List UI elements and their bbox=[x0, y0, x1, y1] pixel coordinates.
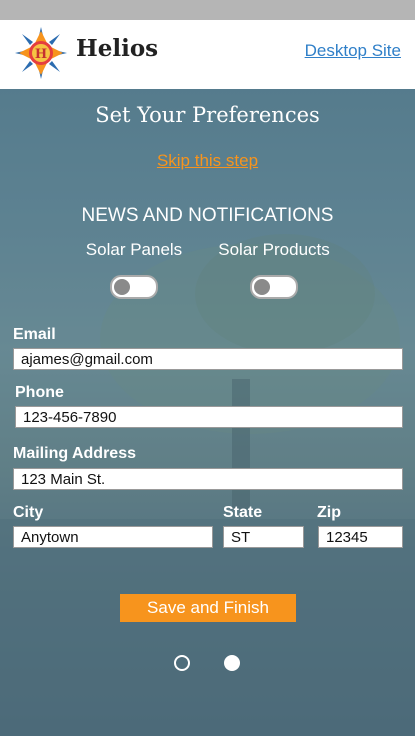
status-bar bbox=[0, 0, 415, 20]
helios-sun-logo: H bbox=[15, 27, 67, 79]
save-and-finish-button[interactable]: Save and Finish bbox=[120, 594, 296, 622]
email-field[interactable]: ajames@gmail.com bbox=[13, 348, 403, 370]
section-heading: NEWS AND NOTIFICATIONS bbox=[81, 205, 334, 226]
phone-field[interactable]: 123-456-7890 bbox=[15, 406, 403, 428]
desktop-site-link[interactable]: Desktop Site bbox=[305, 41, 401, 61]
zip-field[interactable]: 12345 bbox=[318, 526, 403, 548]
city-label: City bbox=[13, 504, 44, 521]
brand-name: Helios bbox=[76, 35, 159, 62]
solar-products-label: Solar Products bbox=[218, 240, 330, 259]
state-label: State bbox=[223, 504, 263, 521]
app-header: H Helios Desktop Site bbox=[0, 20, 415, 89]
page-title: Set Your Preferences bbox=[95, 103, 320, 127]
svg-text:H: H bbox=[35, 47, 47, 62]
solar-products-toggle[interactable] bbox=[250, 275, 298, 299]
email-label: Email bbox=[13, 326, 56, 343]
address-label: Mailing Address bbox=[13, 445, 136, 462]
toggle-knob bbox=[254, 279, 270, 295]
skip-step-link[interactable]: Skip this step bbox=[0, 151, 415, 171]
zip-label: Zip bbox=[317, 504, 341, 521]
address-field[interactable]: 123 Main St. bbox=[13, 468, 403, 490]
page-indicator-1[interactable] bbox=[174, 655, 190, 671]
preferences-panel: Set Your Preferences Skip this step NEWS… bbox=[0, 89, 415, 736]
city-field[interactable]: Anytown bbox=[13, 526, 213, 548]
phone-label: Phone bbox=[15, 384, 64, 401]
state-field[interactable]: ST bbox=[223, 526, 304, 548]
solar-panels-label: Solar Panels bbox=[85, 240, 183, 259]
solar-panels-toggle[interactable] bbox=[110, 275, 158, 299]
toggle-knob bbox=[114, 279, 130, 295]
page-indicator-2[interactable] bbox=[224, 655, 240, 671]
